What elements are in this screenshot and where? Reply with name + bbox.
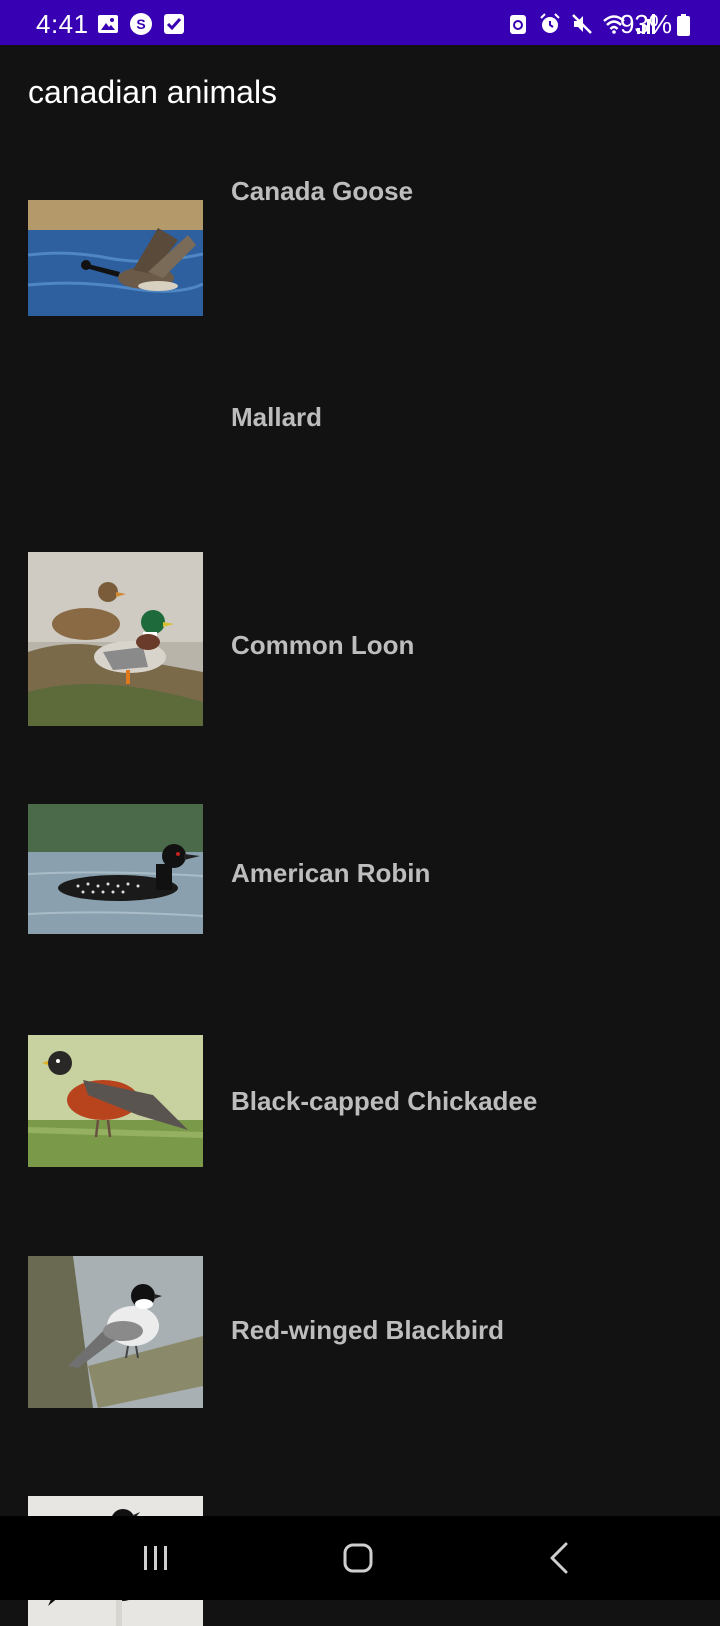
s-app-icon: S	[130, 13, 152, 35]
status-time: 4:41	[36, 9, 89, 39]
recent-apps-icon[interactable]	[134, 1538, 178, 1578]
animal-name: Red-winged Blackbird	[231, 1315, 505, 1345]
mute-icon	[572, 14, 592, 34]
page-title: canadian animals	[28, 74, 278, 110]
alarm-icon	[540, 13, 560, 33]
animal-name: Common Loon	[231, 630, 415, 660]
status-left-icons: S	[96, 12, 186, 36]
back-icon[interactable]	[538, 1538, 582, 1578]
battery-icon	[677, 14, 690, 36]
list-item[interactable]: Canada Goose	[0, 150, 720, 370]
home-icon[interactable]	[336, 1538, 380, 1578]
battery-percent: 93%	[619, 9, 672, 39]
list-item[interactable]: Common Loon	[0, 611, 720, 934]
gallery-icon	[98, 15, 118, 33]
navigation-bar	[0, 1516, 720, 1600]
canada-goose-photo	[28, 200, 203, 316]
checkbox-icon	[164, 14, 184, 34]
animal-name: Canada Goose	[231, 176, 414, 206]
list-item[interactable]: Red-winged Blackbird	[0, 1304, 720, 1626]
list-item[interactable]: Black-capped Chickadee	[0, 1073, 720, 1408]
list-item[interactable]: Mallard	[0, 380, 720, 726]
recycle-icon	[510, 15, 526, 34]
animal-name: Mallard	[231, 402, 323, 432]
svg-text:S: S	[136, 16, 145, 32]
list-item[interactable]: American Robin	[0, 842, 720, 1167]
status-bar: 4:41 S 93%	[0, 0, 720, 45]
animal-name: Black-capped Chickadee	[231, 1086, 538, 1116]
animal-name: American Robin	[231, 858, 431, 888]
